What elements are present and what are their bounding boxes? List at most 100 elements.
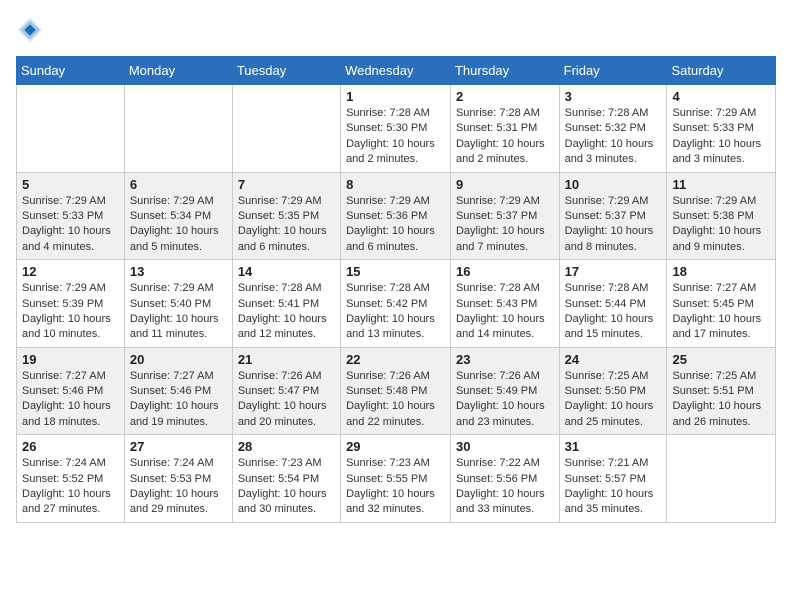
day-cell: 8Sunrise: 7:29 AM Sunset: 5:36 PM Daylig… bbox=[341, 172, 451, 260]
day-cell bbox=[232, 85, 340, 173]
day-number: 29 bbox=[346, 439, 445, 454]
day-number: 11 bbox=[672, 177, 770, 192]
day-cell: 27 Sunrise: 7:24 AM Sunset: 5:53 PM Dayli… bbox=[124, 435, 232, 523]
day-info: Sunrise: 7:29 AM Sunset: 5:34 PM Dayligh… bbox=[130, 194, 227, 256]
day-info: Sunrise: 7:26 AM Sunset: 5:47 PM Dayligh… bbox=[238, 369, 335, 431]
day-number: 21 bbox=[238, 352, 335, 367]
day-number: 27 bbox=[130, 439, 227, 454]
day-cell: 26 Sunrise: 7:24 AM Sunset: 5:52 PM Dayli… bbox=[17, 435, 125, 523]
day-info: Sunrise: 7:27 AM Sunset: 5:46 PM Dayligh… bbox=[130, 369, 227, 431]
day-number: 24 bbox=[565, 352, 662, 367]
day-cell: 21 Sunrise: 7:26 AM Sunset: 5:47 PM Dayli… bbox=[232, 347, 340, 435]
day-cell: 1 Sunrise: 7:28 AM Sunset: 5:30 PM Daylig… bbox=[341, 85, 451, 173]
calendar-table: SundayMondayTuesdayWednesdayThursdayFrid… bbox=[16, 56, 776, 523]
day-info: Sunrise: 7:23 AM Sunset: 5:55 PM Dayligh… bbox=[346, 456, 445, 518]
day-number: 31 bbox=[565, 439, 662, 454]
day-info: Sunrise: 7:28 AM Sunset: 5:42 PM Dayligh… bbox=[346, 281, 445, 343]
day-cell: 5Sunrise: 7:29 AM Sunset: 5:33 PM Daylig… bbox=[17, 172, 125, 260]
day-info: Sunrise: 7:29 AM Sunset: 5:33 PM Dayligh… bbox=[672, 106, 770, 168]
day-cell: 15Sunrise: 7:28 AM Sunset: 5:42 PM Dayli… bbox=[341, 260, 451, 348]
header-saturday: Saturday bbox=[667, 57, 776, 85]
header-row: SundayMondayTuesdayWednesdayThursdayFrid… bbox=[17, 57, 776, 85]
day-number: 22 bbox=[346, 352, 445, 367]
day-cell: 29 Sunrise: 7:23 AM Sunset: 5:55 PM Dayli… bbox=[341, 435, 451, 523]
day-cell: 22 Sunrise: 7:26 AM Sunset: 5:48 PM Dayli… bbox=[341, 347, 451, 435]
day-number: 4 bbox=[672, 89, 770, 104]
day-info: Sunrise: 7:27 AM Sunset: 5:45 PM Dayligh… bbox=[672, 281, 770, 343]
day-cell bbox=[667, 435, 776, 523]
day-cell: 17 Sunrise: 7:28 AM Sunset: 5:44 PM Dayli… bbox=[559, 260, 667, 348]
day-number: 5 bbox=[22, 177, 119, 192]
day-info: Sunrise: 7:29 AM Sunset: 5:39 PM Dayligh… bbox=[22, 281, 119, 343]
day-cell: 2 Sunrise: 7:28 AM Sunset: 5:31 PM Daylig… bbox=[450, 85, 559, 173]
day-cell: 30 Sunrise: 7:22 AM Sunset: 5:56 PM Dayli… bbox=[450, 435, 559, 523]
day-cell: 24 Sunrise: 7:25 AM Sunset: 5:50 PM Dayli… bbox=[559, 347, 667, 435]
week-row-5: 26 Sunrise: 7:24 AM Sunset: 5:52 PM Dayli… bbox=[17, 435, 776, 523]
day-info: Sunrise: 7:28 AM Sunset: 5:44 PM Dayligh… bbox=[565, 281, 662, 343]
day-cell: 16 Sunrise: 7:28 AM Sunset: 5:43 PM Dayli… bbox=[450, 260, 559, 348]
day-number: 26 bbox=[22, 439, 119, 454]
day-number: 23 bbox=[456, 352, 554, 367]
week-row-1: 1 Sunrise: 7:28 AM Sunset: 5:30 PM Daylig… bbox=[17, 85, 776, 173]
day-cell: 31 Sunrise: 7:21 AM Sunset: 5:57 PM Dayli… bbox=[559, 435, 667, 523]
day-cell: 10 Sunrise: 7:29 AM Sunset: 5:37 PM Dayli… bbox=[559, 172, 667, 260]
day-cell: 20 Sunrise: 7:27 AM Sunset: 5:46 PM Dayli… bbox=[124, 347, 232, 435]
day-cell: 19 Sunrise: 7:27 AM Sunset: 5:46 PM Dayli… bbox=[17, 347, 125, 435]
day-info: Sunrise: 7:21 AM Sunset: 5:57 PM Dayligh… bbox=[565, 456, 662, 518]
week-row-3: 12 Sunrise: 7:29 AM Sunset: 5:39 PM Dayli… bbox=[17, 260, 776, 348]
day-info: Sunrise: 7:26 AM Sunset: 5:49 PM Dayligh… bbox=[456, 369, 554, 431]
day-info: Sunrise: 7:26 AM Sunset: 5:48 PM Dayligh… bbox=[346, 369, 445, 431]
day-number: 12 bbox=[22, 264, 119, 279]
day-number: 19 bbox=[22, 352, 119, 367]
day-info: Sunrise: 7:24 AM Sunset: 5:52 PM Dayligh… bbox=[22, 456, 119, 518]
day-cell: 9 Sunrise: 7:29 AM Sunset: 5:37 PM Daylig… bbox=[450, 172, 559, 260]
day-number: 10 bbox=[565, 177, 662, 192]
day-info: Sunrise: 7:29 AM Sunset: 5:37 PM Dayligh… bbox=[456, 194, 554, 256]
day-number: 16 bbox=[456, 264, 554, 279]
day-number: 9 bbox=[456, 177, 554, 192]
day-cell: 13 Sunrise: 7:29 AM Sunset: 5:40 PM Dayli… bbox=[124, 260, 232, 348]
day-cell: 12 Sunrise: 7:29 AM Sunset: 5:39 PM Dayli… bbox=[17, 260, 125, 348]
day-info: Sunrise: 7:28 AM Sunset: 5:30 PM Dayligh… bbox=[346, 106, 445, 168]
day-info: Sunrise: 7:29 AM Sunset: 5:35 PM Dayligh… bbox=[238, 194, 335, 256]
day-number: 14 bbox=[238, 264, 335, 279]
day-number: 18 bbox=[672, 264, 770, 279]
day-info: Sunrise: 7:29 AM Sunset: 5:36 PM Dayligh… bbox=[346, 194, 445, 256]
day-cell: 23 Sunrise: 7:26 AM Sunset: 5:49 PM Dayli… bbox=[450, 347, 559, 435]
day-info: Sunrise: 7:25 AM Sunset: 5:50 PM Dayligh… bbox=[565, 369, 662, 431]
day-cell: 3Sunrise: 7:28 AM Sunset: 5:32 PM Daylig… bbox=[559, 85, 667, 173]
week-row-4: 19 Sunrise: 7:27 AM Sunset: 5:46 PM Dayli… bbox=[17, 347, 776, 435]
day-number: 2 bbox=[456, 89, 554, 104]
header-monday: Monday bbox=[124, 57, 232, 85]
header-wednesday: Wednesday bbox=[341, 57, 451, 85]
header-tuesday: Tuesday bbox=[232, 57, 340, 85]
day-info: Sunrise: 7:22 AM Sunset: 5:56 PM Dayligh… bbox=[456, 456, 554, 518]
day-number: 3 bbox=[565, 89, 662, 104]
day-cell: 4 Sunrise: 7:29 AM Sunset: 5:33 PM Daylig… bbox=[667, 85, 776, 173]
header-friday: Friday bbox=[559, 57, 667, 85]
day-number: 30 bbox=[456, 439, 554, 454]
day-info: Sunrise: 7:27 AM Sunset: 5:46 PM Dayligh… bbox=[22, 369, 119, 431]
day-number: 17 bbox=[565, 264, 662, 279]
day-number: 6 bbox=[130, 177, 227, 192]
day-info: Sunrise: 7:29 AM Sunset: 5:40 PM Dayligh… bbox=[130, 281, 227, 343]
day-info: Sunrise: 7:23 AM Sunset: 5:54 PM Dayligh… bbox=[238, 456, 335, 518]
day-info: Sunrise: 7:25 AM Sunset: 5:51 PM Dayligh… bbox=[672, 369, 770, 431]
page-header bbox=[16, 16, 776, 44]
day-number: 13 bbox=[130, 264, 227, 279]
day-cell: 18 Sunrise: 7:27 AM Sunset: 5:45 PM Dayli… bbox=[667, 260, 776, 348]
header-thursday: Thursday bbox=[450, 57, 559, 85]
header-sunday: Sunday bbox=[17, 57, 125, 85]
day-cell: 6 Sunrise: 7:29 AM Sunset: 5:34 PM Daylig… bbox=[124, 172, 232, 260]
day-info: Sunrise: 7:28 AM Sunset: 5:43 PM Dayligh… bbox=[456, 281, 554, 343]
day-number: 25 bbox=[672, 352, 770, 367]
day-number: 20 bbox=[130, 352, 227, 367]
day-cell: 14 Sunrise: 7:28 AM Sunset: 5:41 PM Dayli… bbox=[232, 260, 340, 348]
day-info: Sunrise: 7:28 AM Sunset: 5:41 PM Dayligh… bbox=[238, 281, 335, 343]
day-info: Sunrise: 7:24 AM Sunset: 5:53 PM Dayligh… bbox=[130, 456, 227, 518]
day-info: Sunrise: 7:28 AM Sunset: 5:31 PM Dayligh… bbox=[456, 106, 554, 168]
day-info: Sunrise: 7:29 AM Sunset: 5:37 PM Dayligh… bbox=[565, 194, 662, 256]
day-cell: 7Sunrise: 7:29 AM Sunset: 5:35 PM Daylig… bbox=[232, 172, 340, 260]
day-cell: 28Sunrise: 7:23 AM Sunset: 5:54 PM Dayli… bbox=[232, 435, 340, 523]
day-number: 1 bbox=[346, 89, 445, 104]
